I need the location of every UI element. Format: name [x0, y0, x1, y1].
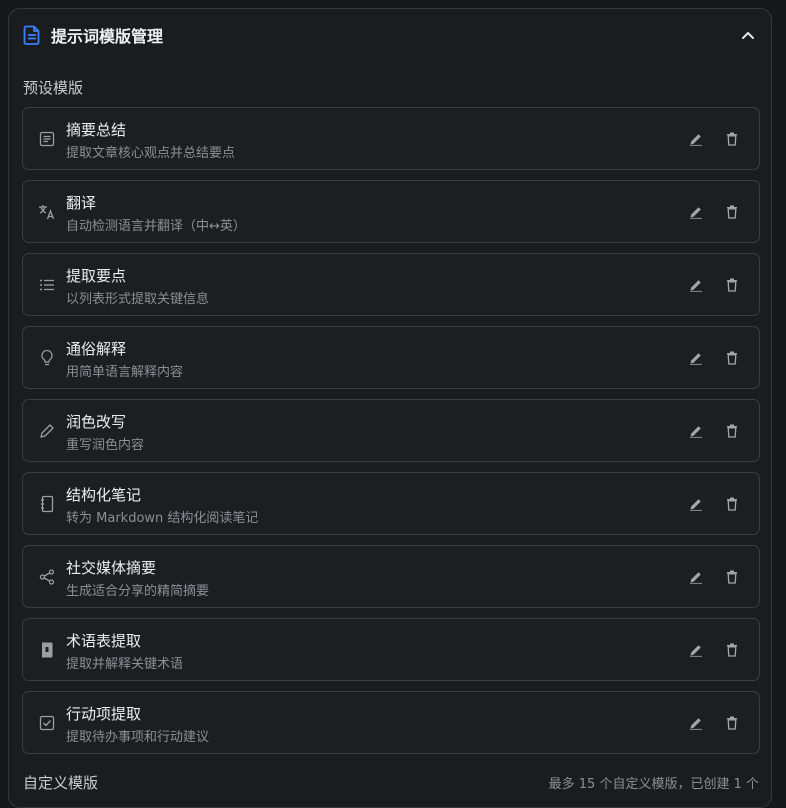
glossary-icon	[37, 640, 57, 660]
template-name: 翻译	[66, 194, 97, 212]
delete-icon[interactable]	[721, 566, 743, 588]
template-item[interactable]: 术语表提取提取并解释关键术语	[22, 618, 760, 681]
template-desc: 转为 Markdown 结构化阅读笔记	[66, 511, 259, 526]
template-item[interactable]: 翻译自动检测语言并翻译（中↔英）	[22, 180, 760, 243]
pencil-icon	[37, 421, 57, 441]
translate-icon	[37, 202, 57, 222]
template-desc: 提取待办事项和行动建议	[66, 730, 210, 745]
template-desc: 自动检测语言并翻译（中↔英）	[66, 219, 246, 234]
preset-template-list: 摘要总结提取文章核心观点并总结要点 翻译自动检测语言并翻译（中↔英） 提取要点以列表…	[22, 107, 760, 764]
template-name: 提取要点	[66, 267, 127, 285]
document-icon	[23, 25, 41, 45]
panel-header[interactable]: 提示词模版管理	[9, 9, 771, 61]
delete-icon[interactable]	[721, 493, 743, 515]
edit-icon[interactable]	[685, 274, 707, 296]
delete-icon[interactable]	[721, 420, 743, 442]
template-item[interactable]: 行动项提取提取待办事项和行动建议	[22, 691, 760, 754]
template-name: 润色改写	[66, 413, 127, 431]
template-desc: 用简单语言解释内容	[66, 365, 184, 380]
edit-icon[interactable]	[685, 639, 707, 661]
edit-icon[interactable]	[685, 420, 707, 442]
template-desc: 生成适合分享的精简摘要	[66, 584, 210, 599]
template-name: 摘要总结	[66, 121, 127, 139]
edit-icon[interactable]	[685, 712, 707, 734]
template-name: 术语表提取	[66, 632, 142, 650]
delete-icon[interactable]	[721, 274, 743, 296]
template-desc: 提取并解释关键术语	[66, 657, 184, 672]
edit-icon[interactable]	[685, 566, 707, 588]
edit-icon[interactable]	[685, 201, 707, 223]
template-item[interactable]: 润色改写重写润色内容	[22, 399, 760, 462]
template-name: 行动项提取	[66, 705, 142, 723]
delete-icon[interactable]	[721, 128, 743, 150]
template-item[interactable]: 提取要点以列表形式提取关键信息	[22, 253, 760, 316]
template-desc: 以列表形式提取关键信息	[66, 292, 210, 307]
delete-icon[interactable]	[721, 639, 743, 661]
article-icon	[37, 129, 57, 149]
template-name: 社交媒体摘要	[66, 559, 157, 577]
template-name: 通俗解释	[66, 340, 127, 358]
template-desc: 提取文章核心观点并总结要点	[66, 146, 236, 161]
delete-icon[interactable]	[721, 712, 743, 734]
template-manager-panel: 提示词模版管理 预设模版 摘要总结提取文章核心观点并总结要点 翻译自动检测语言并翻…	[8, 8, 772, 808]
edit-icon[interactable]	[685, 128, 707, 150]
delete-icon[interactable]	[721, 201, 743, 223]
list-icon	[37, 275, 57, 295]
template-item[interactable]: 社交媒体摘要生成适合分享的精简摘要	[22, 545, 760, 608]
preset-section-title: 预设模版	[23, 79, 84, 97]
template-item[interactable]: 结构化笔记转为 Markdown 结构化阅读笔记	[22, 472, 760, 535]
share-icon	[37, 567, 57, 587]
template-item[interactable]: 摘要总结提取文章核心观点并总结要点	[22, 107, 760, 170]
template-name: 结构化笔记	[66, 486, 142, 504]
template-item[interactable]: 通俗解释用简单语言解释内容	[22, 326, 760, 389]
custom-limit-note: 最多 15 个自定义模版，已创建 1 个	[548, 777, 759, 792]
template-desc: 重写润色内容	[66, 438, 145, 453]
edit-icon[interactable]	[685, 347, 707, 369]
edit-icon[interactable]	[685, 493, 707, 515]
delete-icon[interactable]	[721, 347, 743, 369]
panel-title: 提示词模版管理	[51, 27, 164, 46]
custom-section-title: 自定义模版	[23, 774, 99, 792]
notebook-icon	[37, 494, 57, 514]
chevron-up-icon[interactable]	[737, 24, 759, 46]
lightbulb-icon	[37, 348, 57, 368]
checkbox-icon	[37, 713, 57, 733]
